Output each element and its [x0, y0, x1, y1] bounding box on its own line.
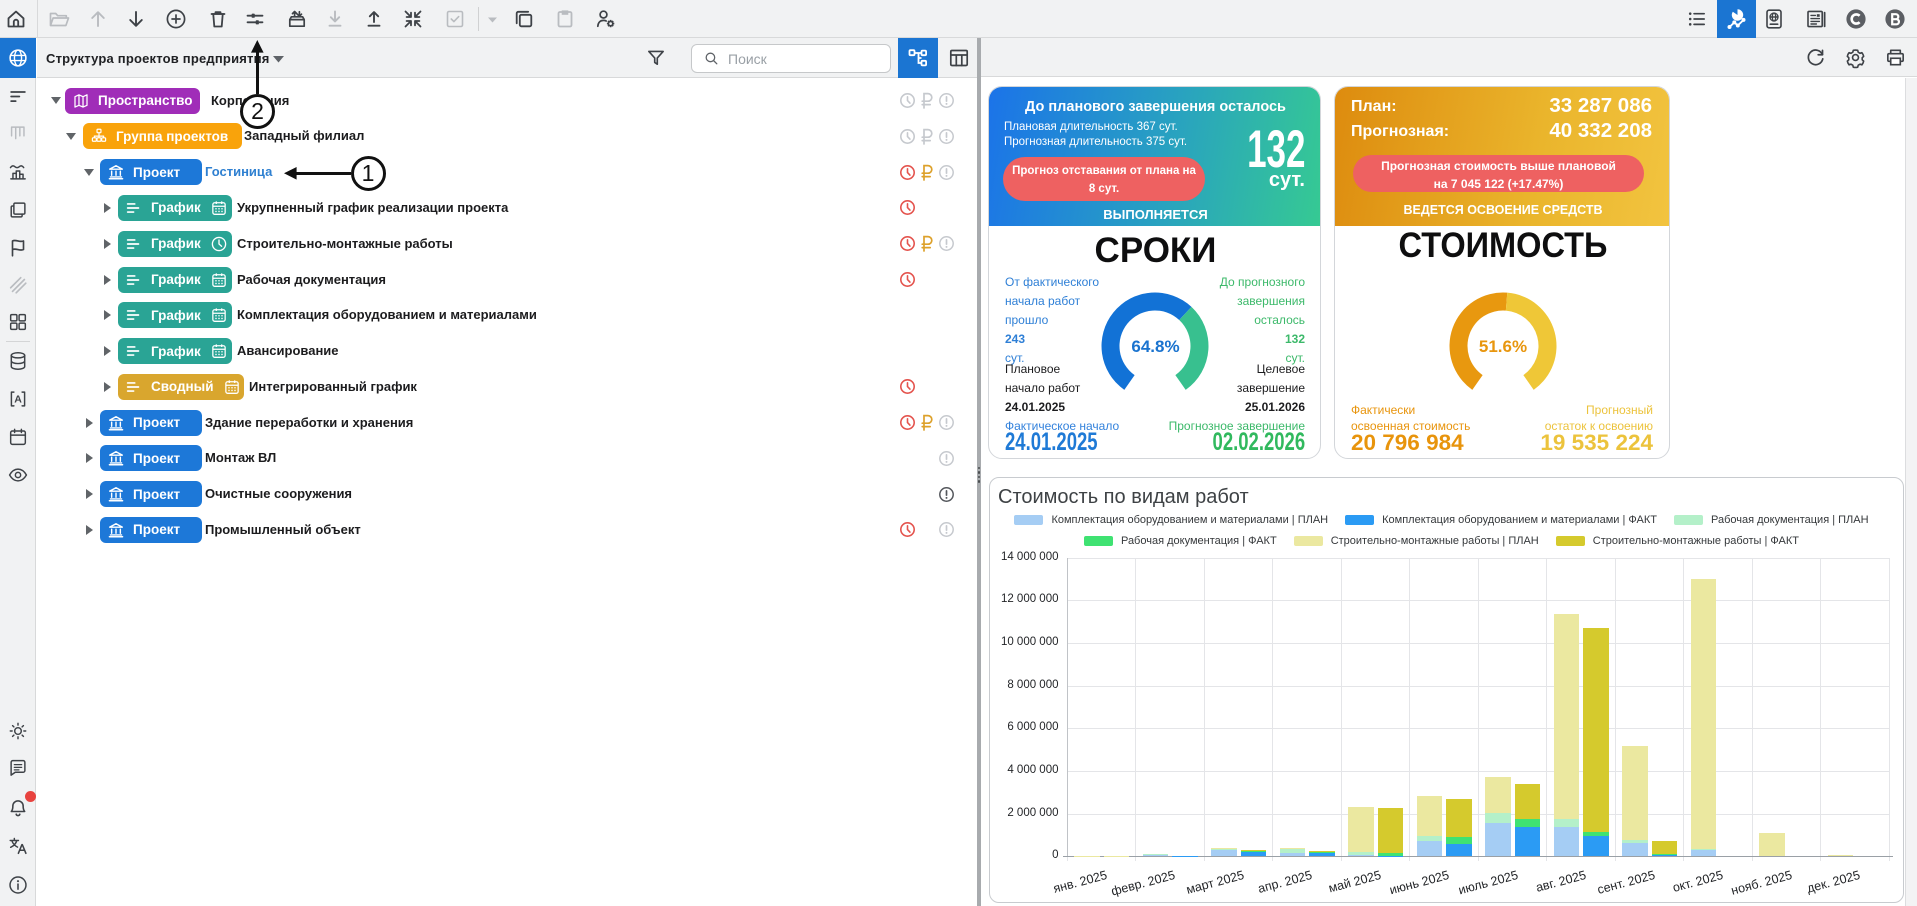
- svg-text:A: A: [14, 394, 22, 406]
